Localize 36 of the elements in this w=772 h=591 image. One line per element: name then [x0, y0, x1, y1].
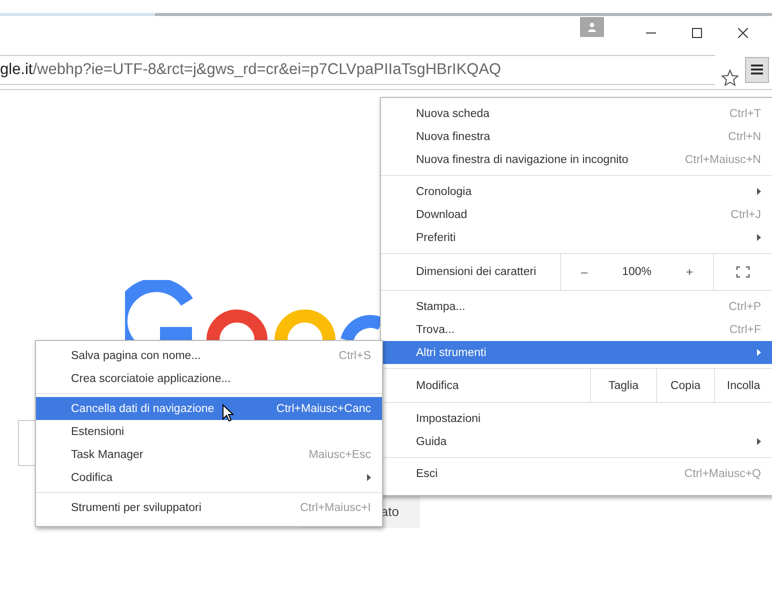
menu-label: Modifica [415, 378, 460, 394]
menu-item[interactable]: Codifica [36, 466, 382, 489]
menu-item[interactable]: Guida [381, 430, 772, 453]
menu-item[interactable]: Estensioni [36, 420, 382, 443]
menu-label: Dimensioni dei caratteri [415, 265, 538, 280]
menu-item[interactable]: Nuova scheda Ctrl+T [381, 102, 772, 125]
menu-item[interactable]: Salva pagina con nome... Ctrl+S [36, 344, 382, 367]
menu-item[interactable]: Preferiti [381, 226, 772, 249]
menu-item[interactable]: Nuova finestra Ctrl+N [381, 125, 772, 148]
submenu-arrow-icon [757, 234, 761, 241]
submenu-arrow-icon [757, 188, 761, 195]
submenu-arrow-icon [757, 438, 761, 445]
menu-item[interactable]: Cronologia [381, 180, 772, 203]
zoom-value: 100% [622, 266, 652, 278]
menu-item[interactable]: Stampa... Ctrl+P [381, 295, 772, 318]
menu-item[interactable]: Cancella dati di navigazione Ctrl+Maiusc+Canc [36, 397, 382, 420]
menu-item[interactable]: Esci Ctrl+Maiusc+Q [381, 462, 772, 485]
zoom-out-button[interactable]: – [577, 265, 592, 279]
close-icon[interactable] [738, 28, 748, 38]
star-icon[interactable] [721, 69, 739, 87]
menu-item[interactable]: Altri strumenti [381, 341, 772, 364]
menu-item[interactable]: Crea scorciatoie applicazione... [36, 367, 382, 390]
address-field[interactable]: gle.it/webhp?ie=UTF-8&rct=j&gws_rd=cr&ei=p7CLVpaPIIaTsgHBrIKQAQ [0, 54, 715, 84]
menu-item[interactable]: Download Ctrl+J [381, 203, 772, 226]
menu-item[interactable]: Task Manager Maiusc+Esc [36, 443, 382, 466]
submenu-arrow-icon [367, 474, 371, 481]
menu-item[interactable]: Impostazioni [381, 407, 772, 430]
menu-item[interactable]: Strumenti per sviluppatori Ctrl+Maiusc+I [36, 496, 382, 519]
menu-item[interactable]: Trova... Ctrl+F [381, 318, 772, 341]
menu-item[interactable]: Nuova finestra di navigazione in incognito Ctrl+Maiusc+N [381, 148, 772, 171]
maximize-icon[interactable] [692, 28, 702, 38]
fullscreen-icon [736, 266, 750, 278]
menu-icon[interactable] [745, 56, 769, 82]
submenu-arrow-icon [757, 349, 761, 356]
cursor-icon [222, 404, 234, 422]
zoom-in-button[interactable]: + [682, 265, 697, 279]
